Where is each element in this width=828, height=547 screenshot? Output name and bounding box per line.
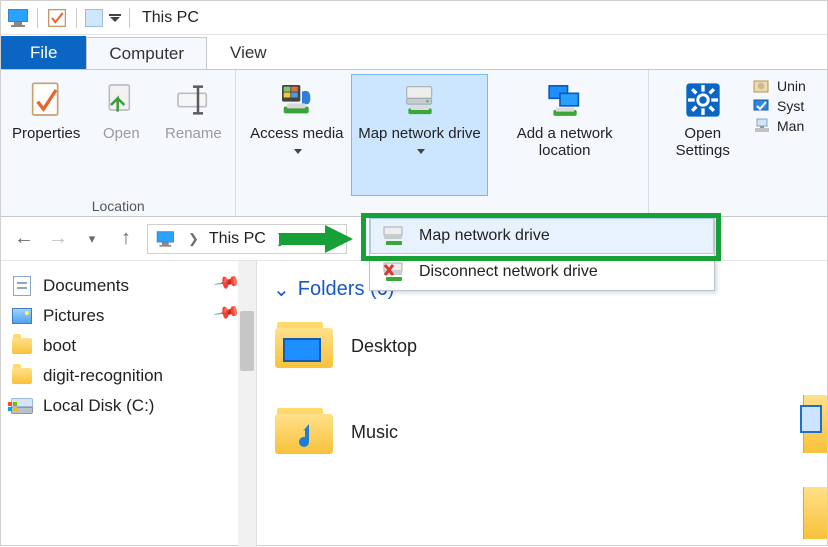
menu-item-disconnect-network-drive[interactable]: Disconnect network drive: [370, 254, 714, 290]
properties-icon: [26, 79, 66, 121]
pictures-icon: [11, 306, 33, 326]
settings-icon: [683, 79, 723, 121]
map-network-drive-icon: [400, 79, 440, 121]
map-network-drive-menu: Map network drive Disconnect network dri…: [369, 217, 715, 291]
sidebar-item-local-disk-c[interactable]: Local Disk (C:): [7, 391, 250, 421]
sidebar-item-label: Pictures: [43, 306, 104, 326]
manage-label: Man: [777, 118, 804, 134]
folder-grid: Desktop: [273, 320, 811, 372]
local-disk-icon: [11, 396, 33, 416]
ribbon-group-label-location: Location: [7, 196, 229, 214]
nav-up-button[interactable]: ↑: [113, 226, 139, 252]
this-pc-icon-small: [7, 9, 29, 27]
properties-label: Properties: [12, 125, 80, 142]
documents-icon: [11, 276, 33, 296]
system-small-list: Unin Syst Man: [751, 74, 821, 196]
chevron-right-icon[interactable]: ❯: [188, 231, 199, 247]
sidebar-item-label: boot: [43, 336, 76, 356]
tab-view[interactable]: View: [207, 36, 290, 69]
uninstall-label: Unin: [777, 78, 806, 94]
content-pane: ⌄ Folders (6) Desktop Music: [257, 261, 827, 547]
system-properties-label: Syst: [777, 98, 804, 114]
access-media-button[interactable]: Access media: [242, 74, 351, 196]
chevron-right-icon[interactable]: ❯: [276, 231, 287, 247]
navigation-pane: Documents 📌 Pictures 📌 boot digit-recogn…: [1, 261, 257, 547]
address-bar[interactable]: ❯ This PC ❯: [147, 224, 347, 254]
ribbon-group-network: Access media Map network drive: [236, 70, 648, 216]
rename-label: Rename: [165, 125, 222, 142]
folder-icon-desktop: [273, 320, 337, 372]
ribbon-group-label-network: [242, 196, 641, 214]
open-button[interactable]: Open: [85, 74, 157, 196]
window-title: This PC: [138, 9, 199, 27]
folder-item-music[interactable]: Music: [273, 406, 398, 458]
map-network-drive-icon-small: [381, 225, 407, 247]
sidebar-item-label: Documents: [43, 276, 129, 296]
rename-button[interactable]: Rename: [157, 74, 229, 196]
chevron-down-icon: ⌄: [273, 277, 290, 302]
open-icon: [101, 79, 141, 121]
access-media-label: Access media: [247, 125, 346, 160]
sidebar-item-boot[interactable]: boot: [7, 331, 250, 361]
folder-icon: [11, 336, 33, 356]
nav-back-button[interactable]: ←: [11, 226, 37, 252]
tab-computer[interactable]: Computer: [86, 37, 207, 70]
nav-recent-button[interactable]: ▾: [79, 226, 105, 252]
sidebar-item-digit-recognition[interactable]: digit-recognition: [7, 361, 250, 391]
disconnect-network-drive-icon: [381, 261, 407, 283]
sidebar-item-label: Local Disk (C:): [43, 396, 154, 416]
sidebar-item-documents[interactable]: Documents 📌: [7, 271, 250, 301]
ribbon-group-system: Open Settings Unin Syst: [649, 70, 827, 216]
tab-file[interactable]: File: [1, 36, 86, 69]
ribbon-tab-row: File Computer View: [1, 35, 827, 69]
qat-customize-button[interactable]: [109, 14, 121, 22]
separator: [129, 8, 130, 28]
folder-item-desktop[interactable]: Desktop: [273, 320, 417, 372]
uninstall-icon: [753, 78, 771, 94]
menu-item-map-network-drive[interactable]: Map network drive: [370, 218, 714, 254]
add-network-location-icon: [545, 79, 585, 121]
open-label: Open: [103, 125, 140, 142]
nav-forward-button[interactable]: →: [45, 226, 71, 252]
folder-label: Music: [351, 422, 398, 443]
manage-icon: [753, 118, 771, 134]
folder-item-partial[interactable]: [803, 487, 827, 539]
menu-item-label: Disconnect network drive: [419, 263, 598, 281]
add-network-location-button[interactable]: Add a network location: [488, 74, 642, 196]
breadcrumb-segment[interactable]: This PC: [209, 230, 266, 248]
ribbon-group-label-system: [655, 196, 821, 214]
main-area: Documents 📌 Pictures 📌 boot digit-recogn…: [1, 261, 827, 547]
map-network-drive-label: Map network drive: [356, 125, 483, 160]
sidebar-item-label: digit-recognition: [43, 366, 163, 386]
qat-properties-icon[interactable]: [46, 7, 68, 29]
open-settings-button[interactable]: Open Settings: [655, 74, 751, 196]
open-settings-label: Open Settings: [660, 125, 746, 160]
ribbon-group-location: Properties Open Rename Location: [1, 70, 236, 216]
sidebar-scrollbar[interactable]: [238, 261, 256, 547]
rename-icon: [173, 79, 213, 121]
manage-button[interactable]: Man: [753, 118, 819, 134]
properties-button[interactable]: Properties: [7, 74, 85, 196]
separator: [76, 8, 77, 28]
separator: [37, 8, 38, 28]
folder-grid: Music: [273, 406, 811, 458]
qat-item-icon[interactable]: [85, 9, 103, 27]
access-media-icon: [277, 79, 317, 121]
ribbon: Properties Open Rename Location: [1, 69, 827, 217]
system-properties-button[interactable]: Syst: [753, 98, 819, 114]
system-properties-icon: [753, 98, 771, 114]
folder-icon-music: [273, 406, 337, 458]
this-pc-icon-small: [156, 231, 175, 246]
folder-icon: [11, 366, 33, 386]
title-bar: This PC: [1, 1, 827, 35]
sidebar-item-pictures[interactable]: Pictures 📌: [7, 301, 250, 331]
menu-item-label: Map network drive: [419, 227, 550, 245]
folder-item-partial[interactable]: [803, 395, 827, 453]
map-network-drive-button[interactable]: Map network drive: [351, 74, 488, 196]
scrollbar-thumb[interactable]: [240, 311, 254, 371]
add-network-location-label: Add a network location: [493, 125, 637, 160]
folder-label: Desktop: [351, 336, 417, 357]
uninstall-button[interactable]: Unin: [753, 78, 819, 94]
